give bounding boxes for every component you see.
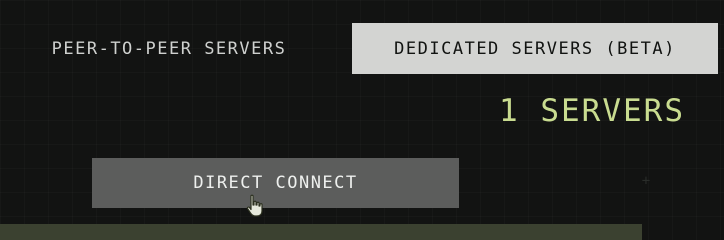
tab-label: DEDICATED SERVERS (BETA) (394, 38, 676, 59)
server-count: 1 SERVERS (499, 93, 685, 129)
direct-connect-button[interactable]: DIRECT CONNECT (92, 158, 459, 208)
tab-dedicated-servers[interactable]: DEDICATED SERVERS (BETA) (352, 23, 718, 74)
tab-peer-to-peer-servers[interactable]: PEER-TO-PEER SERVERS (14, 23, 324, 74)
crosshair-icon: + (641, 173, 651, 189)
bottom-panel-strip (0, 224, 642, 240)
hand-pointer-icon (246, 194, 263, 217)
tab-label: PEER-TO-PEER SERVERS (51, 38, 287, 59)
direct-connect-label: DIRECT CONNECT (193, 173, 358, 193)
